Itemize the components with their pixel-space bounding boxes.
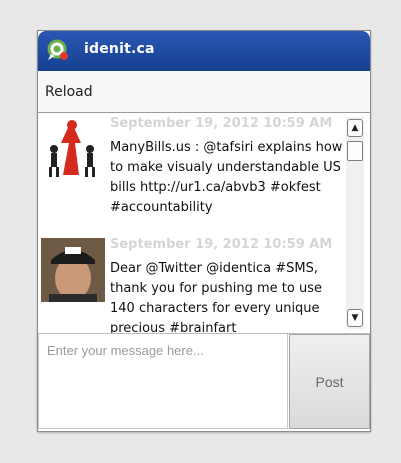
manybills-logo-avatar [41, 117, 105, 181]
post-button[interactable]: Post [289, 334, 370, 429]
scroll-up-arrow-icon[interactable]: ▲ [347, 119, 363, 137]
status-timestamp: September 19, 2012 10:59 AM [110, 237, 333, 252]
status-item: September 19, 2012 10:59 AM ManyBills.us… [38, 113, 344, 235]
app-window: idenit.ca Reload September 19, 2012 10:5… [37, 30, 371, 432]
timeline[interactable]: September 19, 2012 10:59 AM ManyBills.us… [38, 113, 370, 334]
toolbar: Reload [38, 71, 370, 113]
user-photo-avatar [41, 238, 105, 302]
scroll-down-arrow-icon[interactable]: ▼ [347, 309, 363, 327]
status-item: September 19, 2012 10:59 AM Dear @Twitte… [38, 235, 344, 334]
status-text: ManyBills.us : @tafsiri explains how to … [110, 140, 343, 215]
composer: Post [38, 334, 370, 431]
status-text: Dear @Twitter @identica #SMS, thank you … [110, 261, 322, 334]
timeline-scrollbar[interactable]: ▲ ▼ [346, 117, 364, 329]
window-title: idenit.ca [84, 41, 155, 57]
scrollbar-thumb[interactable] [347, 141, 363, 161]
reload-button[interactable]: Reload [45, 84, 93, 100]
status-timestamp: September 19, 2012 10:59 AM [110, 116, 333, 131]
identica-logo-icon [47, 39, 68, 60]
title-bar: idenit.ca [38, 31, 370, 71]
message-input[interactable] [38, 334, 288, 429]
